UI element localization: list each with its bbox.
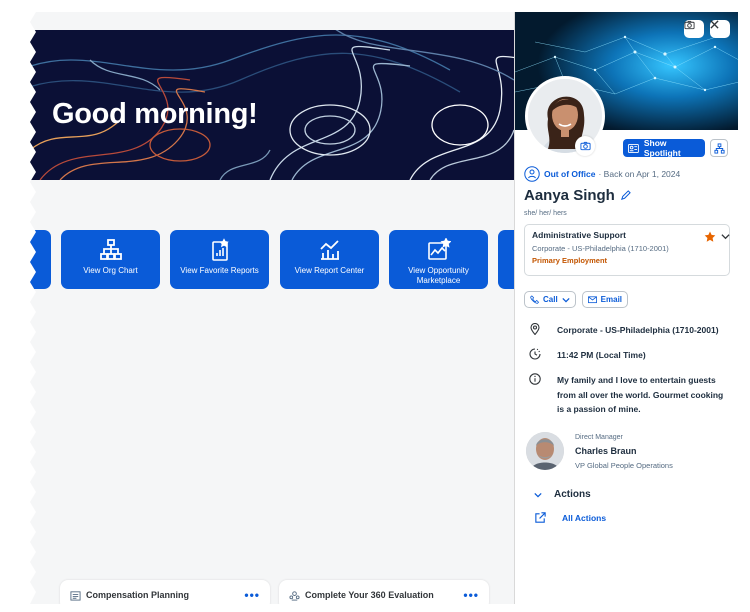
- org-chart-icon: [99, 239, 122, 260]
- card-compensation-planning[interactable]: Compensation Planning •••: [60, 580, 270, 604]
- local-time-icon: [529, 348, 541, 360]
- actions-section-toggle[interactable]: Actions: [534, 489, 591, 500]
- tile-view-org-chart[interactable]: View Org Chart: [61, 230, 160, 289]
- chevron-down-icon: [534, 492, 542, 497]
- change-photo-button[interactable]: [575, 136, 595, 156]
- tile-partial-right[interactable]: [498, 230, 514, 289]
- email-button[interactable]: Email: [581, 291, 629, 308]
- org-chart-button[interactable]: [710, 139, 728, 157]
- report-center-icon: [319, 240, 339, 260]
- evaluation-icon: [289, 590, 300, 601]
- pronouns: she/ her/ hers: [524, 210, 567, 217]
- manager-title: VP Global People Operations: [575, 461, 673, 470]
- tile-label: View Report Center: [294, 266, 365, 275]
- bio-row: My family and I love to entertain guests…: [529, 373, 729, 417]
- employment-type: Primary Employment: [532, 256, 608, 265]
- more-options-icon[interactable]: •••: [463, 588, 479, 602]
- org-chart-icon: [713, 142, 725, 154]
- change-cover-button[interactable]: [684, 20, 704, 38]
- location-pin-icon: [530, 323, 540, 335]
- chevron-down-icon: [562, 297, 570, 302]
- camera-icon: [684, 20, 695, 30]
- favorite-reports-icon: [211, 238, 229, 261]
- spotlight-icon: [628, 143, 639, 153]
- profile-name-text: Aanya Singh: [524, 187, 615, 204]
- local-time-row: 11:42 PM (Local Time): [529, 348, 729, 363]
- show-spotlight-button[interactable]: Show Spotlight: [623, 138, 705, 158]
- email-label: Email: [600, 295, 623, 304]
- card-title: Compensation Planning: [86, 590, 190, 600]
- all-actions-label: All Actions: [562, 512, 607, 523]
- call-button[interactable]: Call: [524, 291, 576, 308]
- bio-text: My family and I love to entertain guests…: [557, 375, 724, 414]
- status-detail: · Back on Apr 1, 2024: [598, 169, 681, 179]
- profile-panel: Show Spotlight Out of Office · Back on A…: [514, 12, 738, 604]
- tile-view-favorite-reports[interactable]: View Favorite Reports: [170, 230, 269, 289]
- more-options-icon[interactable]: •••: [244, 588, 260, 602]
- share-icon: [535, 512, 546, 523]
- location-row: Corporate - US-Philadelphia (1710-2001): [529, 323, 729, 338]
- quick-action-tiles: View Org Chart View Favorite Reports Vie…: [30, 230, 514, 292]
- todo-cards: Compensation Planning ••• Complete Your …: [30, 580, 514, 604]
- phone-icon: [530, 295, 539, 304]
- manager-role: Direct Manager: [575, 434, 623, 441]
- opportunity-marketplace-icon: [427, 238, 451, 260]
- compensation-icon: [70, 590, 81, 601]
- location-text: Corporate - US-Philadelphia (1710-2001): [557, 325, 719, 335]
- status-label: Out of Office: [544, 169, 596, 179]
- out-of-office-status: Out of Office · Back on Apr 1, 2024: [524, 166, 680, 182]
- tile-label: View Favorite Reports: [180, 266, 259, 275]
- tile-label: View Org Chart: [83, 266, 138, 275]
- greeting-title: Good morning!: [52, 98, 258, 130]
- out-of-office-icon: [524, 166, 540, 182]
- close-icon: [710, 20, 719, 29]
- camera-icon: [579, 141, 591, 151]
- star-icon[interactable]: [704, 231, 716, 243]
- job-title: Administrative Support: [532, 230, 626, 240]
- manager-photo: [526, 432, 564, 470]
- manager-name: Charles Braun: [575, 446, 637, 456]
- greeting-banner: Good morning!: [30, 30, 514, 180]
- contact-buttons: Call Email: [524, 291, 634, 308]
- profile-name: Aanya Singh: [524, 187, 631, 204]
- actions-heading: Actions: [554, 489, 591, 500]
- tile-label: View Opportunity Marketplace: [408, 266, 469, 285]
- chevron-down-icon[interactable]: [721, 232, 730, 241]
- job-location: Corporate - US-Philadelphia (1710-2001): [532, 244, 669, 253]
- close-button[interactable]: [710, 20, 730, 38]
- home-page: Good morning! View Org Chart View Favori…: [30, 12, 514, 604]
- torn-edge: [26, 12, 36, 604]
- info-icon: [529, 373, 541, 385]
- email-icon: [587, 296, 597, 304]
- spotlight-label: Show Spotlight: [643, 138, 681, 158]
- card-title: Complete Your 360 Evaluation: [305, 590, 434, 600]
- manager-avatar: [526, 432, 564, 470]
- job-info-card[interactable]: Administrative Support Corporate - US-Ph…: [524, 224, 730, 276]
- tile-view-opportunity-marketplace[interactable]: View Opportunity Marketplace: [389, 230, 488, 289]
- tile-view-report-center[interactable]: View Report Center: [280, 230, 379, 289]
- all-actions-link[interactable]: All Actions: [534, 511, 606, 524]
- edit-icon[interactable]: [620, 190, 631, 201]
- local-time-text: 11:42 PM (Local Time): [557, 350, 646, 360]
- card-360-evaluation[interactable]: Complete Your 360 Evaluation •••: [279, 580, 489, 604]
- call-label: Call: [543, 295, 558, 304]
